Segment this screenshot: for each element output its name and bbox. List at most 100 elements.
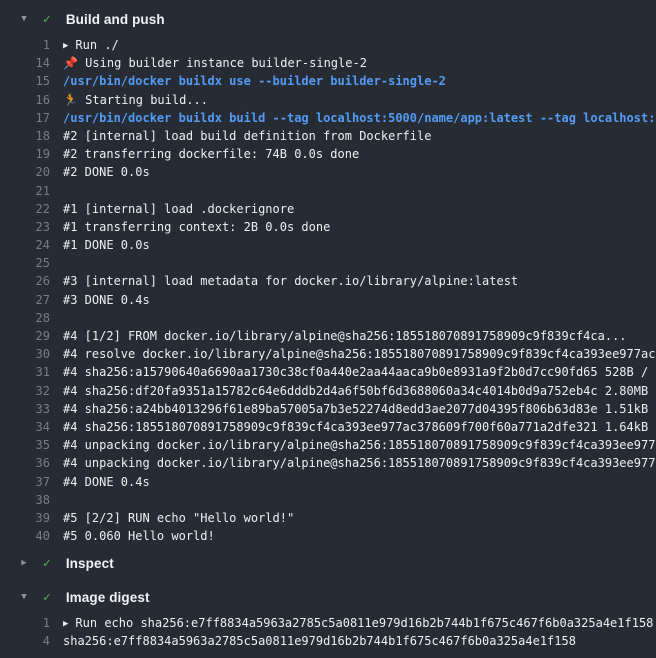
log-line: 39 #5 [2/2] RUN echo "Hello world!" bbox=[0, 509, 656, 527]
log-text: #2 [internal] load build definition from… bbox=[63, 127, 656, 145]
log-line: 25 bbox=[0, 254, 656, 272]
log-text: #4 sha256:185518070891758909c9f839cf4ca3… bbox=[63, 418, 656, 436]
line-number[interactable]: 14 bbox=[0, 54, 50, 72]
section-header-inspect[interactable]: ▶✓Inspect bbox=[0, 546, 656, 580]
section-body-image-digest: 1▶Run echo sha256:e7ff8834a5963a2785c5a0… bbox=[0, 614, 656, 651]
section-title: Build and push bbox=[66, 12, 165, 27]
log-text: #2 DONE 0.0s bbox=[63, 163, 656, 181]
log-line: 30#4 resolve docker.io/library/alpine@sh… bbox=[0, 345, 656, 363]
log-line: 35 #4 unpacking docker.io/library/alpine@… bbox=[0, 436, 656, 454]
log-text: #1 [internal] load .dockerignore bbox=[63, 200, 656, 218]
log-text: #5 [2/2] RUN echo "Hello world!" bbox=[63, 509, 656, 527]
log-text bbox=[63, 182, 656, 200]
line-number[interactable]: 26 bbox=[0, 272, 50, 290]
log-text: ▶Run ./ bbox=[63, 36, 656, 54]
line-number[interactable]: 16 bbox=[0, 91, 50, 109]
log-text: #4 sha256:a24bb4013296f61e89ba57005a7b3e… bbox=[63, 400, 656, 418]
chevron-down-icon: ▼ bbox=[18, 593, 30, 602]
line-number[interactable]: 35 bbox=[0, 436, 50, 454]
log-text: #1 transferring context: 2B 0.0s done bbox=[63, 218, 656, 236]
log-line: 21 bbox=[0, 182, 656, 200]
log-line: 15/usr/bin/docker buildx use --builder b… bbox=[0, 72, 656, 90]
line-number[interactable]: 20 bbox=[0, 163, 50, 181]
log-line: 23 #1 transferring context: 2B 0.0s done bbox=[0, 218, 656, 236]
log-text bbox=[63, 309, 656, 327]
check-icon: ✓ bbox=[43, 13, 51, 26]
log-text: 🏃 Starting build... bbox=[63, 91, 656, 109]
log-line: 37 #4 DONE 0.4s bbox=[0, 473, 656, 491]
log-text: #4 DONE 0.4s bbox=[63, 473, 656, 491]
section-header-build-and-push[interactable]: ▼ ✓ Build and push bbox=[0, 2, 656, 36]
line-number[interactable]: 31 bbox=[0, 363, 50, 381]
log-text: sha256:e7ff8834a5963a2785c5a0811e979d16b… bbox=[63, 632, 656, 650]
line-number[interactable]: 29 bbox=[0, 327, 50, 345]
log-line: 19 #2 transferring dockerfile: 74B 0.0s d… bbox=[0, 145, 656, 163]
section-body-build-and-push: 1 ▶Run ./ 14 📌 Using builder instance build… bbox=[0, 36, 656, 546]
log-text: #4 sha256:df20fa9351a15782c64e6dddb2d4a6… bbox=[63, 382, 656, 400]
log-line: 32 #4 sha256:df20fa9351a15782c64e6dddb2d4… bbox=[0, 382, 656, 400]
log-line: 14 📌 Using builder instance builder-singl… bbox=[0, 54, 656, 72]
log-line: 18 #2 [internal] load build definition fr… bbox=[0, 127, 656, 145]
chevron-down-icon: ▼ bbox=[18, 15, 30, 24]
line-number[interactable]: 21 bbox=[0, 182, 50, 200]
log-line: 17/usr/bin/docker buildx build --tag loc… bbox=[0, 109, 656, 127]
line-number[interactable]: 1 bbox=[0, 36, 50, 54]
check-icon: ✓ bbox=[43, 557, 51, 570]
line-number[interactable]: 24 bbox=[0, 236, 50, 254]
log-text: 📌 Using builder instance builder-single-… bbox=[63, 54, 656, 72]
line-number[interactable]: 34 bbox=[0, 418, 50, 436]
line-number[interactable]: 4 bbox=[0, 632, 50, 650]
log-text: #2 transferring dockerfile: 74B 0.0s don… bbox=[63, 145, 656, 163]
line-number[interactable]: 36 bbox=[0, 454, 50, 472]
line-number[interactable]: 15 bbox=[0, 72, 50, 90]
log-text: #4 unpacking docker.io/library/alpine@sh… bbox=[63, 436, 656, 454]
log-text: #1 DONE 0.0s bbox=[63, 236, 656, 254]
line-number[interactable]: 39 bbox=[0, 509, 50, 527]
line-number[interactable]: 18 bbox=[0, 127, 50, 145]
line-number[interactable]: 28 bbox=[0, 309, 50, 327]
log-text: #5 0.060 Hello world! bbox=[63, 527, 656, 545]
chevron-right-icon: ▶ bbox=[18, 559, 30, 568]
expand-run-icon[interactable]: ▶ bbox=[63, 37, 68, 54]
log-text: #4 unpacking docker.io/library/alpine@sh… bbox=[63, 454, 656, 472]
log-line: 34 #4 sha256:185518070891758909c9f839cf4c… bbox=[0, 418, 656, 436]
log-line: 24 #1 DONE 0.0s bbox=[0, 236, 656, 254]
line-number[interactable]: 33 bbox=[0, 400, 50, 418]
log-line: 22 #1 [internal] load .dockerignore bbox=[0, 200, 656, 218]
line-number[interactable]: 32 bbox=[0, 382, 50, 400]
log-text: #4 [1/2] FROM docker.io/library/alpine@s… bbox=[63, 327, 656, 345]
line-number[interactable]: 19 bbox=[0, 145, 50, 163]
log-line: 29 #4 [1/2] FROM docker.io/library/alpine… bbox=[0, 327, 656, 345]
line-number[interactable]: 1 bbox=[0, 614, 50, 632]
log-line: 27#3 DONE 0.4s bbox=[0, 291, 656, 309]
log-line: 38 bbox=[0, 491, 656, 509]
line-number[interactable]: 38 bbox=[0, 491, 50, 509]
line-number[interactable]: 23 bbox=[0, 218, 50, 236]
actions-log-viewer: ▼✓Build and push1▶Run ./14📌 Using builde… bbox=[0, 0, 656, 652]
log-line: 36 #4 unpacking docker.io/library/alpine@… bbox=[0, 454, 656, 472]
log-text bbox=[63, 254, 656, 272]
log-line: 16 🏃 Starting build... bbox=[0, 91, 656, 109]
log-text: /usr/bin/docker buildx use --builder bui… bbox=[63, 72, 656, 90]
line-number[interactable]: 30 bbox=[0, 345, 50, 363]
line-number[interactable]: 17 bbox=[0, 109, 50, 127]
log-line: 4 sha256:e7ff8834a5963a2785c5a0811e979d16… bbox=[0, 632, 656, 650]
expand-run-icon[interactable]: ▶ bbox=[63, 615, 68, 632]
log-line: 1▶Run echo sha256:e7ff8834a5963a2785c5a0… bbox=[0, 614, 656, 632]
log-text bbox=[63, 491, 656, 509]
log-line: 28 bbox=[0, 309, 656, 327]
line-number[interactable]: 37 bbox=[0, 473, 50, 491]
log-text: /usr/bin/docker buildx build --tag local… bbox=[63, 109, 656, 127]
line-number[interactable]: 40 bbox=[0, 527, 50, 545]
log-line: 31 #4 sha256:a15790640a6690aa1730c38cf0a4… bbox=[0, 363, 656, 381]
log-text: #3 [internal] load metadata for docker.i… bbox=[63, 272, 656, 290]
section-title: Image digest bbox=[66, 590, 150, 605]
log-line: 1 ▶Run ./ bbox=[0, 36, 656, 54]
section-header-image-digest[interactable]: ▼✓Image digest bbox=[0, 580, 656, 614]
line-number[interactable]: 22 bbox=[0, 200, 50, 218]
line-number[interactable]: 27 bbox=[0, 291, 50, 309]
log-line: 40 #5 0.060 Hello world! bbox=[0, 527, 656, 545]
line-number[interactable]: 25 bbox=[0, 254, 50, 272]
log-text: #4 sha256:a15790640a6690aa1730c38cf0a440… bbox=[63, 363, 656, 381]
log-line: 20 #2 DONE 0.0s bbox=[0, 163, 656, 181]
